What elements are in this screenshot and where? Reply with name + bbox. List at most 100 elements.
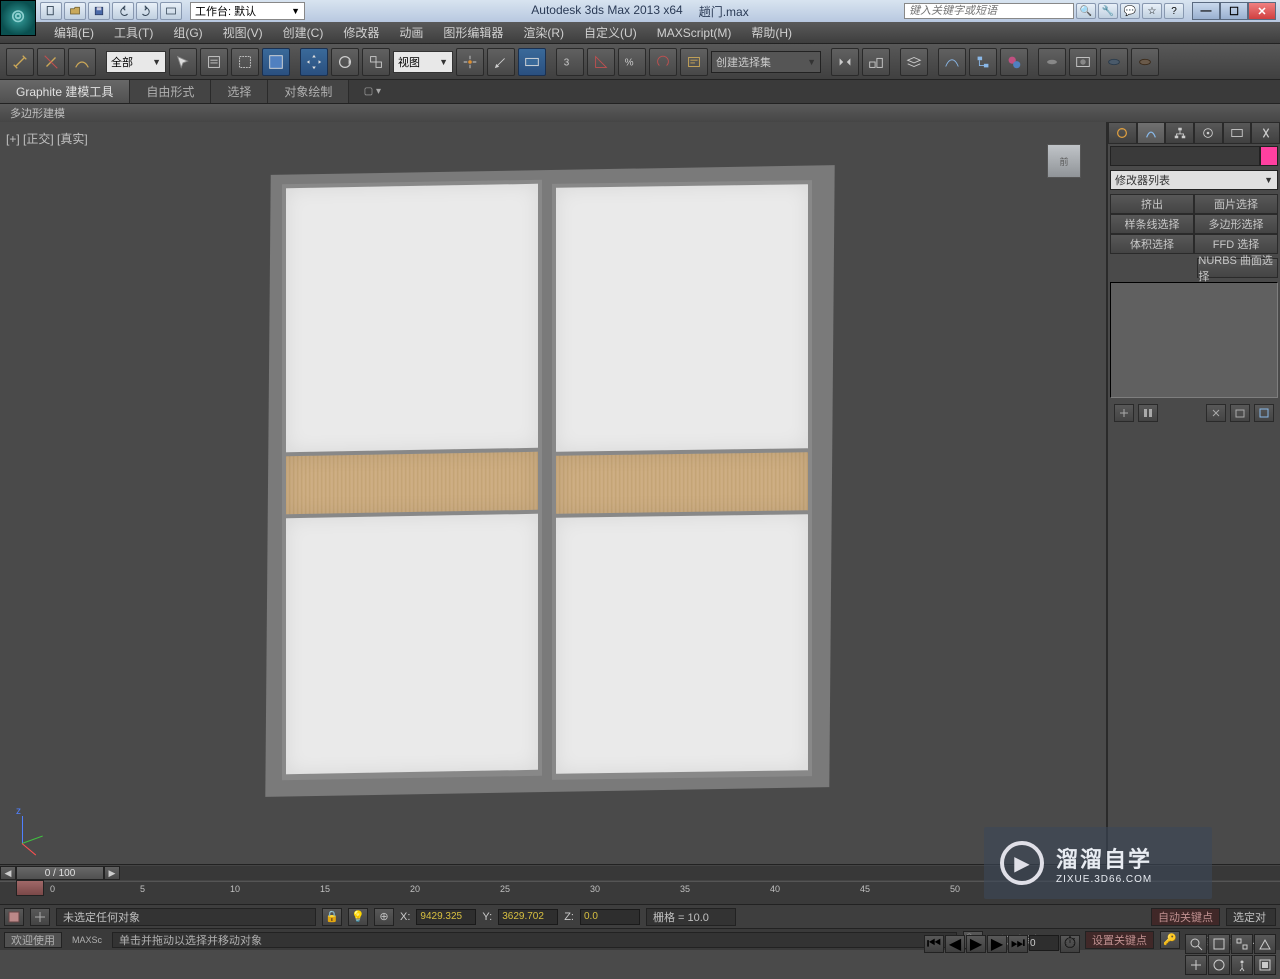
- isolate-icon[interactable]: 💡: [348, 908, 368, 926]
- select-by-name-icon[interactable]: [200, 48, 228, 76]
- max-viewport-icon[interactable]: [1254, 955, 1276, 975]
- set-key-button[interactable]: 设置关键点: [1085, 931, 1154, 949]
- ref-coord-dropdown[interactable]: 视图▼: [393, 51, 453, 73]
- time-slider-label[interactable]: 0 / 100: [16, 866, 104, 880]
- ribbon-panel-polymodel[interactable]: 多边形建模: [0, 105, 75, 121]
- pan-icon[interactable]: [1185, 955, 1207, 975]
- select-rotate-icon[interactable]: [331, 48, 359, 76]
- viewport[interactable]: [+] [正交] [真实] 前 z: [0, 122, 1108, 864]
- menu-create[interactable]: 创建(C): [273, 22, 334, 43]
- select-move-icon[interactable]: [300, 48, 328, 76]
- favorites-icon[interactable]: ☆: [1142, 3, 1162, 19]
- orbit-icon[interactable]: [1208, 955, 1230, 975]
- zoom-extents-icon[interactable]: [1231, 934, 1253, 954]
- utilities-tab-icon[interactable]: [1251, 122, 1280, 144]
- edit-named-sel-icon[interactable]: [680, 48, 708, 76]
- minimize-button[interactable]: —: [1192, 2, 1220, 20]
- layer-manager-icon[interactable]: [900, 48, 928, 76]
- rendered-frame-icon[interactable]: [1069, 48, 1097, 76]
- make-unique-icon[interactable]: [1206, 404, 1226, 422]
- mod-btn-poly-select[interactable]: 多边形选择: [1194, 214, 1278, 234]
- select-scale-icon[interactable]: [362, 48, 390, 76]
- ribbon-tab-selection[interactable]: 选择: [211, 80, 268, 103]
- workspace-dropdown[interactable]: 工作台: 默认 ▼: [190, 2, 305, 20]
- hierarchy-tab-icon[interactable]: [1165, 122, 1194, 144]
- menu-modifiers[interactable]: 修改器: [333, 22, 389, 43]
- mod-btn-nurbs[interactable]: NURBS 曲面选择: [1197, 258, 1278, 278]
- mod-btn-extrude[interactable]: 挤出: [1110, 194, 1194, 214]
- render-production-icon[interactable]: [1100, 48, 1128, 76]
- named-selection-dropdown[interactable]: 创建选择集▼: [711, 51, 821, 73]
- time-config-icon[interactable]: ⏱: [1060, 935, 1080, 953]
- material-editor-icon[interactable]: [1000, 48, 1028, 76]
- modifier-list-dropdown[interactable]: 修改器列表 ▼: [1110, 170, 1278, 190]
- percent-snap-icon[interactable]: %: [618, 48, 646, 76]
- qat-save-icon[interactable]: [88, 2, 110, 20]
- link-icon[interactable]: [6, 48, 34, 76]
- menu-graph-editors[interactable]: 图形编辑器: [433, 22, 513, 43]
- maxscript-mini-icon[interactable]: [4, 908, 24, 926]
- goto-start-icon[interactable]: ⏮: [924, 935, 944, 953]
- menu-maxscript[interactable]: MAXScript(M): [647, 22, 742, 43]
- qat-open-icon[interactable]: [64, 2, 86, 20]
- ribbon-collapse-button[interactable]: ▢ ▾: [357, 80, 387, 103]
- mod-btn-patch-select[interactable]: 面片选择: [1194, 194, 1278, 214]
- menu-help[interactable]: 帮助(H): [741, 22, 802, 43]
- selection-lock[interactable]: 选定对: [1226, 908, 1276, 926]
- prev-frame-icon[interactable]: ◀: [945, 935, 965, 953]
- play-icon[interactable]: ▶: [966, 935, 986, 953]
- keyboard-shortcut-icon[interactable]: [518, 48, 546, 76]
- ribbon-tab-graphite[interactable]: Graphite 建模工具: [0, 80, 130, 103]
- ribbon-tab-freeform[interactable]: 自由形式: [130, 80, 211, 103]
- mirror-icon[interactable]: [831, 48, 859, 76]
- viewport-label[interactable]: [+] [正交] [真实]: [6, 130, 88, 147]
- menu-customize[interactable]: 自定义(U): [574, 22, 647, 43]
- menu-tools[interactable]: 工具(T): [104, 22, 163, 43]
- show-end-result-icon[interactable]: [1138, 404, 1158, 422]
- align-icon[interactable]: [862, 48, 890, 76]
- remove-modifier-icon[interactable]: [1230, 404, 1250, 422]
- menu-rendering[interactable]: 渲染(R): [513, 22, 574, 43]
- key-mode-icon[interactable]: 🔑: [1160, 931, 1180, 949]
- mod-btn-vol-select[interactable]: 体积选择: [1110, 234, 1194, 254]
- modify-tab-icon[interactable]: [1137, 122, 1166, 144]
- modifier-stack[interactable]: [1110, 282, 1278, 398]
- tool-icon[interactable]: 🔧: [1098, 3, 1118, 19]
- menu-group[interactable]: 组(G): [163, 22, 212, 43]
- close-button[interactable]: ✕: [1248, 2, 1276, 20]
- qat-redo-icon[interactable]: [136, 2, 158, 20]
- select-manipulate-icon[interactable]: [487, 48, 515, 76]
- schematic-view-icon[interactable]: [969, 48, 997, 76]
- snap-toggle-icon[interactable]: 3: [556, 48, 584, 76]
- goto-end-icon[interactable]: ⏭: [1008, 935, 1028, 953]
- auto-key-button[interactable]: 自动关键点: [1151, 908, 1220, 926]
- curve-editor-icon[interactable]: [938, 48, 966, 76]
- menu-edit[interactable]: 编辑(E): [44, 22, 104, 43]
- qat-project-icon[interactable]: [160, 2, 182, 20]
- comm-center-icon[interactable]: 💬: [1120, 3, 1140, 19]
- help-icon[interactable]: ?: [1164, 3, 1184, 19]
- viewcube-face[interactable]: 前: [1047, 144, 1081, 178]
- angle-snap-icon[interactable]: [587, 48, 615, 76]
- render-iterative-icon[interactable]: [1131, 48, 1159, 76]
- listener-icon[interactable]: [30, 908, 50, 926]
- y-coord-input[interactable]: [498, 909, 558, 925]
- zoom-all-icon[interactable]: [1208, 934, 1230, 954]
- render-setup-icon[interactable]: [1038, 48, 1066, 76]
- app-menu-button[interactable]: ⦾: [0, 0, 36, 36]
- walk-icon[interactable]: [1231, 955, 1253, 975]
- rect-select-icon[interactable]: [231, 48, 259, 76]
- current-frame-input[interactable]: [1029, 935, 1059, 951]
- zoom-icon[interactable]: [1185, 934, 1207, 954]
- absolute-transform-icon[interactable]: ⊕: [374, 908, 394, 926]
- fov-icon[interactable]: [1254, 934, 1276, 954]
- x-coord-input[interactable]: [416, 909, 476, 925]
- bind-icon[interactable]: [68, 48, 96, 76]
- lock-selection-icon[interactable]: 🔒: [322, 908, 342, 926]
- display-tab-icon[interactable]: [1223, 122, 1252, 144]
- qat-undo-icon[interactable]: [112, 2, 134, 20]
- search-input[interactable]: [904, 3, 1074, 19]
- time-prev-button[interactable]: ◀: [0, 866, 16, 880]
- mod-btn-spline-select[interactable]: 样条线选择: [1110, 214, 1194, 234]
- create-tab-icon[interactable]: [1108, 122, 1137, 144]
